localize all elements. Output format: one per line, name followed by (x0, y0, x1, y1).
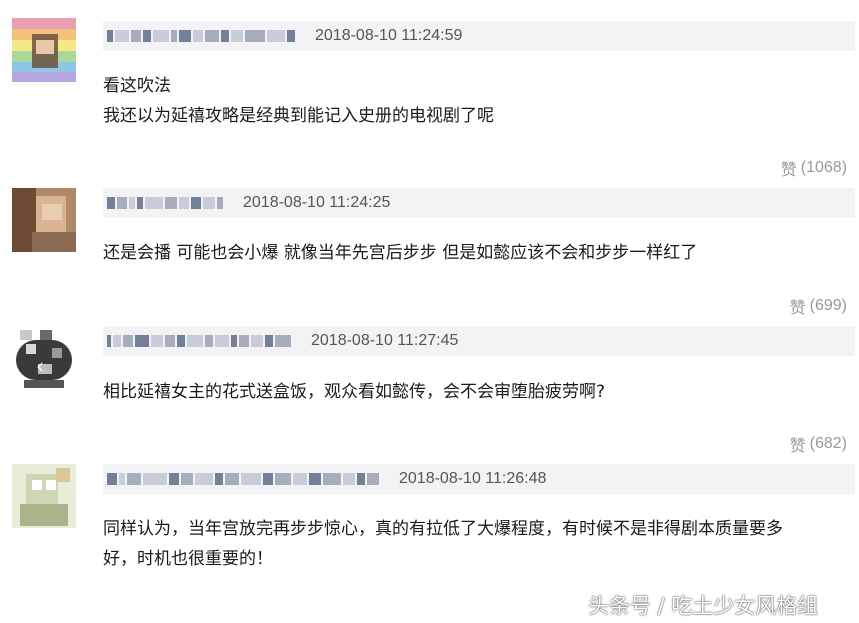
comment-line: 同样认为，当年宫放完再步步惊心，真的有拉低了大爆程度，有时候不是非得剧本质量要多 (103, 519, 783, 539)
avatar[interactable] (12, 464, 76, 528)
like-count: (682) (809, 435, 847, 452)
avatar[interactable] (12, 18, 76, 82)
watermark: 头条号 / 吃土少女风格组 (588, 594, 819, 618)
like-label: 赞 (789, 438, 806, 455)
comment-header: 2018-08-10 11:24:59 (103, 21, 855, 51)
comment-header: 2018-08-10 11:24:25 (103, 188, 855, 218)
comment-text: 看这吹法 我还以为延禧攻略是经典到能记入史册的电视剧了呢 (103, 71, 847, 131)
like-button[interactable]: 赞 (1068) (781, 156, 847, 180)
comment-timestamp: 2018-08-10 11:26:48 (399, 470, 547, 487)
comment-line: 看这吹法 (103, 76, 171, 96)
username-pixelated[interactable] (107, 334, 291, 348)
like-button[interactable]: 赞 (682) (790, 432, 847, 456)
comment-line: 好，时机也很重要的！ (103, 549, 273, 569)
like-label: 赞 (789, 300, 806, 317)
comment-line: 我还以为延禧攻略是经典到能记入史册的电视剧了呢 (103, 106, 494, 126)
comment-text: 相比延禧女主的花式送盒饭，观众看如懿传，会不会审堕胎疲劳啊? (103, 377, 847, 407)
comment-timestamp: 2018-08-10 11:24:59 (315, 27, 463, 44)
like-count: (699) (809, 297, 847, 314)
chevron-left-icon[interactable]: ‹ (28, 354, 52, 378)
comment-line: 还是会播 可能也会小爆 就像当年先宫后步步 但是如懿应该不会和步步一样红了 (103, 243, 698, 263)
like-count: (1068) (800, 159, 847, 176)
like-button[interactable]: 赞 (699) (790, 294, 847, 318)
username-pixelated[interactable] (107, 472, 379, 486)
comment-header: 2018-08-10 11:27:45 (103, 326, 855, 356)
comment-timestamp: 2018-08-10 11:27:45 (311, 332, 459, 349)
username-pixelated[interactable] (107, 29, 295, 43)
comment-timestamp: 2018-08-10 11:24:25 (243, 194, 391, 211)
comment-text: 还是会播 可能也会小爆 就像当年先宫后步步 但是如懿应该不会和步步一样红了 (103, 238, 847, 268)
comment-header: 2018-08-10 11:26:48 (103, 464, 855, 494)
comment-line: 相比延禧女主的花式送盒饭，观众看如懿传，会不会审堕胎疲劳啊? (103, 382, 606, 402)
username-pixelated[interactable] (107, 196, 223, 210)
comment-text: 同样认为，当年宫放完再步步惊心，真的有拉低了大爆程度，有时候不是非得剧本质量要多… (103, 514, 847, 574)
like-label: 赞 (780, 162, 797, 179)
avatar[interactable] (12, 188, 76, 252)
